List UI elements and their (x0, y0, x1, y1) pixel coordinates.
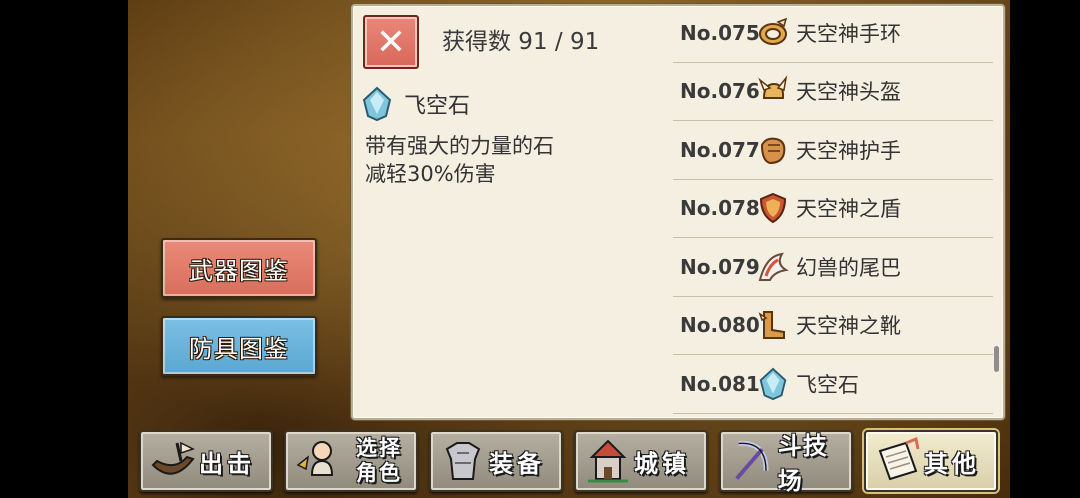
scythe-icon (735, 440, 769, 480)
item-name: 天空神之盾 (796, 197, 901, 222)
other-label: 其他 (924, 449, 980, 478)
armor-icon (445, 442, 481, 480)
item-name: 飞空石 (796, 372, 859, 397)
item-number: No.079 (680, 254, 760, 279)
town-button[interactable]: 城镇 (574, 430, 708, 492)
equipment-button[interactable]: 装备 (429, 430, 563, 492)
item-name: 天空神护手 (796, 138, 901, 163)
item-number: No.080 (680, 313, 760, 338)
select-character-label: 选择 角色 (344, 436, 414, 486)
winged-helmet-icon (758, 75, 788, 100)
item-number: No.076 (680, 79, 760, 104)
castle-icon (588, 439, 628, 483)
arena-label: 斗技场 (777, 432, 828, 495)
bracelet-icon (759, 17, 788, 45)
other-button[interactable]: 其他 (864, 430, 998, 492)
list-item[interactable]: No.076 天空神头盔 (673, 63, 993, 121)
scroll-icon (878, 436, 920, 481)
weapons-catalog-button[interactable]: 武器图鉴 (161, 238, 317, 298)
crystal-icon (759, 367, 787, 400)
selected-item-description: 带有强大的力量的石 减轻30%伤害 (365, 132, 554, 188)
crystal-icon (362, 86, 392, 122)
item-number: No.078 (680, 196, 760, 221)
item-name: 天空神手环 (796, 21, 901, 46)
collected-count: 获得数 91 / 91 (442, 29, 600, 55)
description-line: 带有强大的力量的石 (365, 134, 554, 158)
select-character-line: 选择 (356, 436, 402, 460)
item-list[interactable]: No.075 天空神手环 No.076 天空神头盔 No.077 天空神护手 N… (673, 4, 993, 420)
item-name: 天空神之靴 (796, 314, 901, 339)
item-name: 幻兽的尾巴 (796, 255, 901, 280)
list-item[interactable]: No.079 幻兽的尾巴 (673, 238, 993, 297)
description-line: 减轻30%伤害 (365, 162, 496, 186)
sortie-button[interactable]: 出击 (139, 430, 273, 492)
item-number: No.075 (680, 20, 760, 45)
list-item[interactable]: No.081 飞空石 (673, 355, 993, 414)
close-icon: ✕ (375, 21, 407, 63)
list-item[interactable]: No.080 天空神之靴 (673, 297, 993, 355)
select-character-line: 角色 (356, 461, 402, 485)
list-item[interactable]: No.077 天空神护手 (673, 121, 993, 180)
armor-catalog-button[interactable]: 防具图鉴 (161, 316, 317, 376)
list-item[interactable]: No.078 天空神之盾 (673, 180, 993, 238)
list-item[interactable]: No.075 天空神手环 (673, 4, 993, 63)
ship-icon (151, 441, 195, 475)
town-label: 城镇 (634, 449, 690, 478)
gauntlet-icon (760, 137, 786, 164)
scrollbar[interactable] (994, 346, 999, 372)
item-number: No.081 (680, 371, 760, 396)
item-number: No.077 (680, 137, 760, 162)
close-button[interactable]: ✕ (363, 15, 419, 69)
equipment-label: 装备 (489, 449, 545, 478)
sortie-label: 出击 (199, 449, 255, 478)
shield-icon (759, 193, 787, 224)
arena-button[interactable]: 斗技场 (719, 430, 853, 495)
selected-item-name: 飞空石 (404, 94, 471, 119)
boots-icon (758, 311, 785, 340)
item-name: 天空神头盔 (796, 80, 901, 105)
tail-icon (758, 252, 789, 281)
select-character-button[interactable]: 选择 角色 (284, 430, 418, 492)
character-icon (296, 441, 334, 476)
